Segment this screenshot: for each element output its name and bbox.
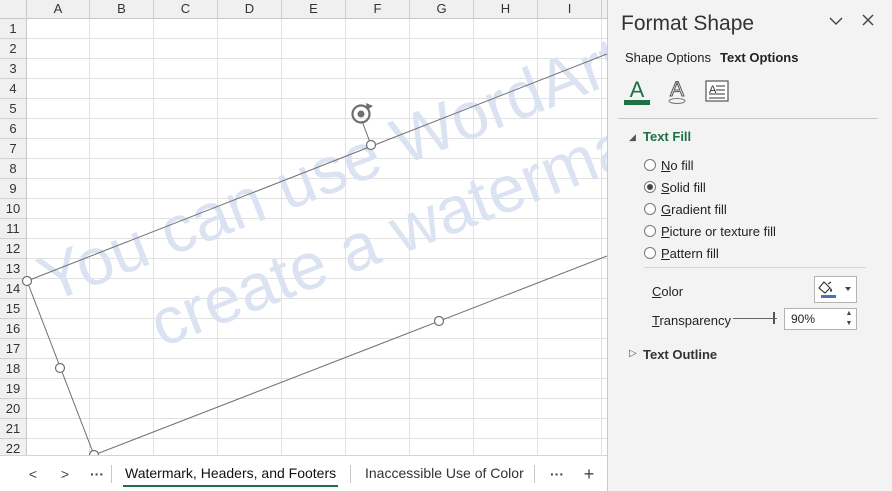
accelerator-key: S [661,180,670,195]
svg-text:A: A [670,78,684,101]
next-sheet-button[interactable]: > [54,464,76,484]
transparency-value[interactable]: 90% [791,312,815,326]
pane-divider [618,118,878,119]
radio-button[interactable] [644,203,656,215]
label-text: ransparency [659,313,732,328]
pane-divider [644,267,866,268]
radio-label: o fill [670,158,694,173]
color-label: Color [652,284,683,299]
accelerator-key: C [652,284,662,299]
text-effects-icon[interactable]: A [662,76,692,106]
tab-separator [534,465,535,483]
resize-handle-corner-left[interactable] [21,275,33,287]
accelerator-key: P [661,246,670,261]
radio-button[interactable] [644,247,656,259]
more-sheets-right-button[interactable]: ··· [546,464,568,484]
wordart-watermark-shape[interactable]: You can use WordArt to create a watermar… [0,0,607,455]
radio-label: radient fill [671,202,727,217]
prev-sheet-button[interactable]: < [22,464,44,484]
radio-label: olid fill [669,180,706,195]
text-fill-outline-icon[interactable]: A [622,76,652,106]
spin-up-icon[interactable]: ▲ [842,309,856,319]
format-shape-pane: Format Shape Shape Options Text Options … [607,0,892,491]
sheet-tab-bar: < > ··· Watermark, Headers, and Footers … [0,455,607,491]
transparency-slider-track[interactable] [733,318,777,319]
sheet-tab-label: Watermark, Headers, and Footers [125,465,337,481]
paint-bucket-icon [818,281,851,298]
more-sheets-left-button[interactable]: ··· [86,464,108,484]
radio-button[interactable] [644,225,656,237]
spin-arrows[interactable]: ▲ ▼ [842,309,856,329]
pane-title: Format Shape [621,12,755,35]
tab-separator [350,465,351,483]
textbox-icon[interactable]: A [702,76,732,106]
accelerator-key: P [661,224,670,239]
active-tab-indicator [123,485,339,487]
section-text-fill[interactable]: Text Fill [643,129,691,144]
sheet-tab-watermark[interactable]: Watermark, Headers, and Footers [117,456,345,490]
sheet-tab-inaccessible-color[interactable]: Inaccessible Use of Color [357,456,532,490]
radio-label: icture or texture fill [669,224,776,239]
close-icon[interactable] [858,12,878,32]
radio-label: attern fill [669,246,719,261]
tab-separator [111,465,112,483]
radio-button-checked[interactable] [644,181,656,193]
resize-handle-bottom[interactable] [433,315,445,327]
tab-text-options[interactable]: Text Options [720,50,798,65]
transparency-slider-thumb[interactable] [773,312,775,324]
tab-shape-options[interactable]: Shape Options [625,50,711,65]
spreadsheet-grid[interactable]: ABCDEFGHI 1 2 3 4 5 6 7 8 9 10 11 12 13 14 15 16 17 18 19 2… [0,0,607,455]
add-sheet-button[interactable]: + [578,464,600,484]
section-collapsed-arrow-icon[interactable]: ▷ [629,348,637,359]
resize-handle-top[interactable] [365,139,377,151]
section-expanded-arrow-icon[interactable]: ◢ [629,132,636,143]
spin-down-icon[interactable]: ▼ [842,319,856,329]
transparency-label: Transparency [652,313,731,328]
fill-color-picker-button[interactable] [814,276,857,303]
radio-button[interactable] [644,159,656,171]
resize-handle-left[interactable] [54,362,66,374]
transparency-spinbox[interactable]: 90% ▲ ▼ [784,308,857,330]
accelerator-key: N [661,158,671,173]
label-text: olor [661,284,684,299]
pane-options-chevron-icon[interactable] [826,12,846,32]
sheet-tab-label: Inaccessible Use of Color [365,465,524,481]
section-text-outline[interactable]: Text Outline [643,347,717,362]
accelerator-key: G [661,202,672,217]
svg-text:A: A [630,77,645,102]
